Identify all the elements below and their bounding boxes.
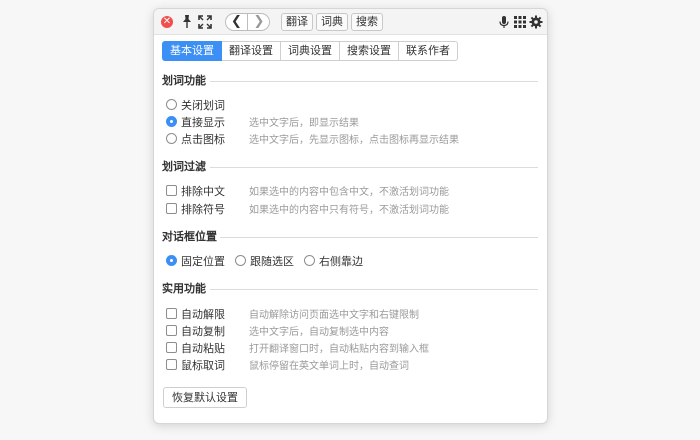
- radio-option-disable[interactable]: 关闭划词: [166, 97, 237, 112]
- section-divider: [220, 237, 538, 238]
- microphone-icon[interactable]: [497, 15, 511, 29]
- checkbox-auto-copy[interactable]: 自动复制 选中文字后，自动复制选中内容: [166, 323, 389, 338]
- expand-icon[interactable]: [198, 15, 212, 29]
- dialog-position-options: 固定位置 跟随选区 右侧靠边: [166, 253, 373, 268]
- radio-button[interactable]: [235, 255, 246, 266]
- option-label: 排除符号: [181, 202, 225, 216]
- option-label: 右侧靠边: [319, 254, 363, 268]
- radio-button[interactable]: [166, 255, 177, 266]
- radio-button[interactable]: [304, 255, 315, 266]
- checkbox-auto-unlock[interactable]: 自动解限 自动解除访问页面选中文字和右键限制: [166, 306, 419, 321]
- back-button[interactable]: ❮: [226, 14, 248, 30]
- radio-button[interactable]: [166, 99, 177, 110]
- checkbox[interactable]: [166, 325, 177, 336]
- option-description: 鼠标停留在英文单词上时，自动查词: [249, 361, 409, 372]
- option-label: 自动粘贴: [181, 341, 225, 355]
- option-label: 关闭划词: [181, 98, 225, 112]
- option-description: 选中文字后，自动复制选中内容: [249, 327, 389, 338]
- checkbox[interactable]: [166, 342, 177, 353]
- tab-search[interactable]: 搜索: [351, 13, 383, 31]
- checkbox[interactable]: [166, 359, 177, 370]
- tab-dictionary[interactable]: 词典: [316, 13, 348, 31]
- radio-button[interactable]: [166, 133, 177, 144]
- tab-basic-settings[interactable]: 基本设置: [162, 41, 222, 61]
- radio-option-fixed[interactable]: 固定位置: [166, 253, 225, 269]
- title-bar: ✕ ❮ ❯ 翻译 词典 搜索: [154, 9, 547, 35]
- option-label: 固定位置: [181, 254, 225, 268]
- option-label: 自动解限: [181, 307, 225, 321]
- option-description: 如果选中的内容中只有符号，不激活划词功能: [249, 205, 449, 216]
- radio-option-click-icon[interactable]: 点击图标 选中文字后，先显示图标，点击图标再显示结果: [166, 131, 459, 146]
- section-title-filter: 划词过滤: [162, 160, 206, 173]
- checkbox[interactable]: [166, 203, 177, 214]
- checkbox[interactable]: [166, 308, 177, 319]
- settings-panel: ✕ ❮ ❯ 翻译 词典 搜索 基本设置 翻译设置 词典设置 搜索设置 联系作者 …: [153, 8, 548, 424]
- gear-icon[interactable]: [529, 15, 543, 29]
- radio-option-right-edge[interactable]: 右侧靠边: [304, 253, 363, 269]
- section-title-dialog-position: 对话框位置: [162, 230, 217, 243]
- option-description: 如果选中的内容中包含中文，不激活划词功能: [249, 187, 449, 198]
- option-label: 鼠标取词: [181, 358, 225, 372]
- option-description: 选中文字后，即显示结果: [249, 118, 359, 129]
- nav-group: ❮ ❯: [225, 13, 270, 31]
- tab-contact-author[interactable]: 联系作者: [399, 41, 458, 61]
- section-divider: [210, 289, 538, 290]
- tab-translate[interactable]: 翻译: [281, 13, 313, 31]
- checkbox-exclude-symbols[interactable]: 排除符号 如果选中的内容中只有符号，不激活划词功能: [166, 201, 449, 216]
- section-title-utility: 实用功能: [162, 282, 206, 295]
- section-divider: [210, 167, 538, 168]
- tab-dictionary-settings[interactable]: 词典设置: [281, 41, 340, 61]
- radio-option-direct-show[interactable]: 直接显示 选中文字后，即显示结果: [166, 114, 359, 129]
- reset-defaults-button[interactable]: 恢复默认设置: [163, 387, 247, 408]
- checkbox-auto-paste[interactable]: 自动粘贴 打开翻译窗口时，自动粘贴内容到输入框: [166, 340, 429, 355]
- option-label: 直接显示: [181, 115, 225, 129]
- section-divider: [210, 81, 538, 82]
- close-icon[interactable]: ✕: [161, 16, 173, 28]
- checkbox[interactable]: [166, 185, 177, 196]
- grid-icon[interactable]: [513, 15, 527, 29]
- checkbox-mouse-lookup[interactable]: 鼠标取词 鼠标停留在英文单词上时，自动查词: [166, 357, 409, 372]
- tab-translate-settings[interactable]: 翻译设置: [222, 41, 281, 61]
- forward-button[interactable]: ❯: [248, 14, 270, 30]
- settings-tabs: 基本设置 翻译设置 词典设置 搜索设置 联系作者: [162, 41, 458, 61]
- section-title-word-selection: 划词功能: [162, 74, 206, 87]
- pin-icon[interactable]: [180, 14, 194, 30]
- option-label: 点击图标: [181, 132, 225, 146]
- option-label: 排除中文: [181, 184, 225, 198]
- tab-search-settings[interactable]: 搜索设置: [340, 41, 399, 61]
- option-description: 打开翻译窗口时，自动粘贴内容到输入框: [249, 344, 429, 355]
- radio-button[interactable]: [166, 116, 177, 127]
- option-description: 选中文字后，先显示图标，点击图标再显示结果: [249, 135, 459, 146]
- option-description: 自动解除访问页面选中文字和右键限制: [249, 310, 419, 321]
- checkbox-exclude-chinese[interactable]: 排除中文 如果选中的内容中包含中文，不激活划词功能: [166, 183, 449, 198]
- radio-option-follow-selection[interactable]: 跟随选区: [235, 253, 294, 269]
- option-label: 自动复制: [181, 324, 225, 338]
- option-label: 跟随选区: [250, 254, 294, 268]
